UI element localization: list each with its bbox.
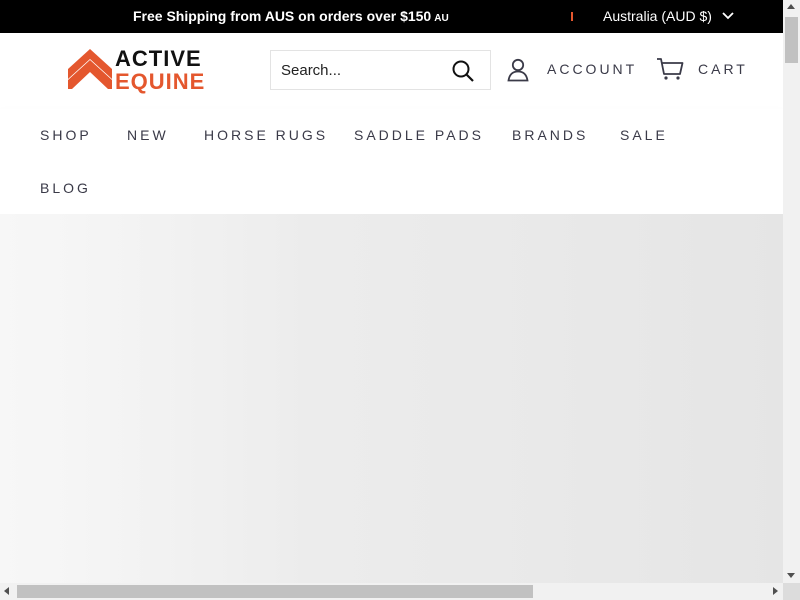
search-icon[interactable] <box>451 59 475 83</box>
country-selector[interactable]: Australia (AUD $) <box>603 0 712 33</box>
cart-label: CART <box>698 61 748 77</box>
nav-item-sale[interactable]: SALE <box>620 127 668 143</box>
scroll-up-arrow-icon[interactable] <box>787 4 795 9</box>
horizontal-scrollbar[interactable] <box>0 583 783 600</box>
logo[interactable]: ACTIVE EQUINE <box>68 46 208 96</box>
account-label: ACCOUNT <box>547 61 638 77</box>
nav-item-horse-rugs[interactable]: HORSE RUGS <box>204 127 328 143</box>
vertical-scroll-thumb[interactable] <box>785 17 798 63</box>
search-box <box>270 50 491 90</box>
logo-chevrons-icon <box>68 49 112 89</box>
nav-item-shop[interactable]: SHOP <box>40 127 92 143</box>
main-navigation: SHOP NEW HORSE RUGS SADDLE PADS BRANDS S… <box>0 109 783 214</box>
user-icon <box>507 58 529 82</box>
nav-item-saddle-pads[interactable]: SADDLE PADS <box>354 127 484 143</box>
nav-item-brands[interactable]: BRANDS <box>512 127 588 143</box>
scroll-down-arrow-icon[interactable] <box>787 573 795 578</box>
page-viewport: Free Shipping from AUS on orders over $1… <box>0 0 783 583</box>
scrollbar-corner <box>783 583 800 600</box>
nav-item-new[interactable]: NEW <box>127 127 169 143</box>
shipping-message-text: Free Shipping from AUS on orders over $1… <box>133 8 432 24</box>
search-input[interactable] <box>281 59 441 81</box>
flag-icon <box>571 12 573 21</box>
nav-item-blog[interactable]: BLOG <box>40 180 91 196</box>
scroll-right-arrow-icon[interactable] <box>773 587 778 595</box>
scroll-left-arrow-icon[interactable] <box>4 587 9 595</box>
chevron-down-icon[interactable] <box>722 11 734 21</box>
site-header: ACTIVE EQUINE ACCOUNT CART <box>0 33 783 110</box>
shipping-message: Free Shipping from AUS on orders over $1… <box>133 0 449 33</box>
hero-image-placeholder <box>0 214 783 583</box>
announcement-bar: Free Shipping from AUS on orders over $1… <box>0 0 783 33</box>
cart-icon <box>657 58 684 80</box>
vertical-scrollbar[interactable] <box>783 0 800 583</box>
logo-text-equine: EQUINE <box>115 69 206 94</box>
shipping-message-suffix: AU <box>434 13 449 24</box>
horizontal-scroll-thumb[interactable] <box>17 585 533 598</box>
